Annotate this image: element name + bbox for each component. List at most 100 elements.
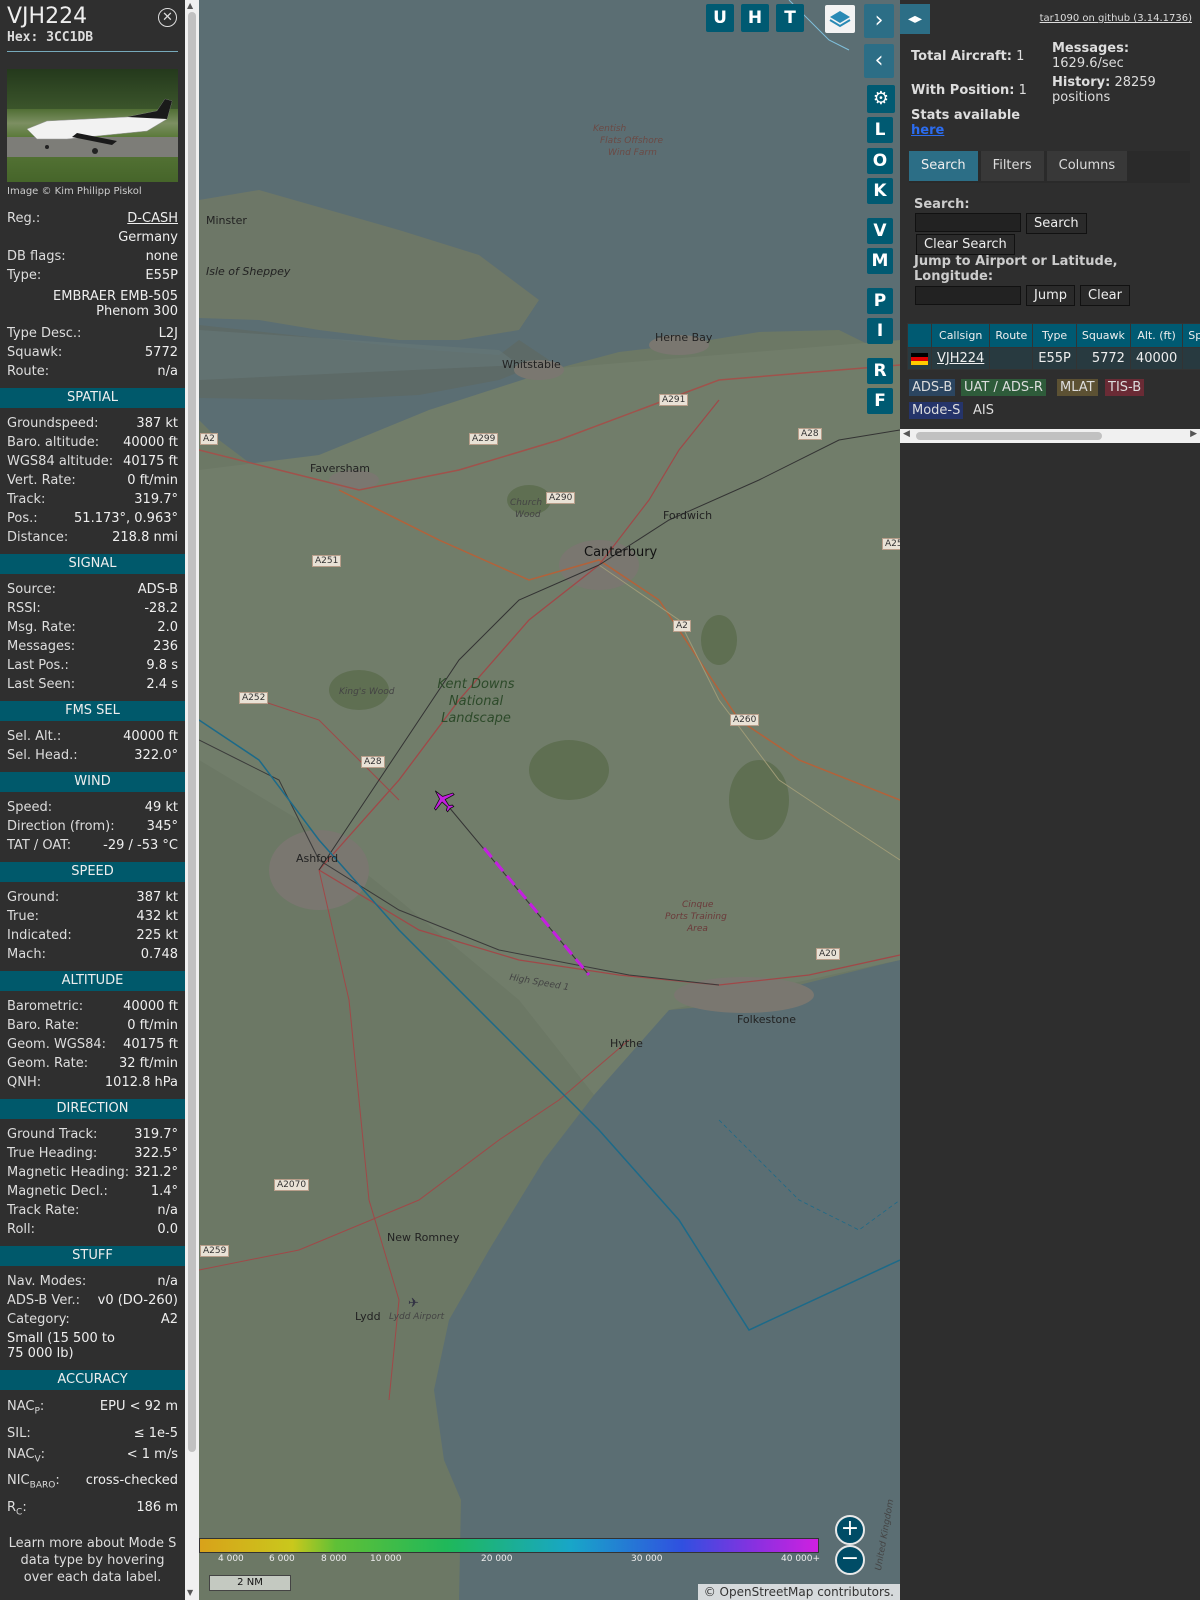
tab-filters[interactable]: Filters <box>980 151 1044 181</box>
info-label[interactable]: Baro. altitude: <box>7 433 99 452</box>
source-mlat[interactable]: MLAT <box>1057 379 1098 396</box>
info-label[interactable]: Geom. Rate: <box>7 1054 88 1073</box>
col-speed[interactable]: Spd. <box>1182 323 1200 348</box>
info-label[interactable]: Messages: <box>7 637 75 656</box>
map-button-m[interactable]: M <box>867 248 893 274</box>
map-button-l[interactable]: L <box>867 117 893 143</box>
info-label[interactable]: Baro. Rate: <box>7 1016 79 1035</box>
source-uat[interactable]: UAT / ADS-R <box>961 379 1046 396</box>
source-tisb[interactable]: TIS-B <box>1105 379 1145 396</box>
zoom-in-button[interactable]: + <box>835 1515 865 1545</box>
search-button[interactable]: Search <box>1026 213 1087 234</box>
map-button-i[interactable]: I <box>867 318 893 344</box>
hscroll-thumb[interactable] <box>916 432 1102 440</box>
source-adsb[interactable]: ADS-B <box>909 379 956 396</box>
map-button-t[interactable]: T <box>776 4 804 32</box>
info-label[interactable]: WGS84 altitude: <box>7 452 113 471</box>
info-label[interactable]: Nav. Modes: <box>7 1272 86 1291</box>
reg-link[interactable]: D-CASH <box>127 209 178 228</box>
github-link[interactable]: tar1090 on github (3.14.1736) <box>1040 13 1192 24</box>
info-label[interactable]: Groundspeed: <box>7 414 98 433</box>
info-label[interactable]: Vert. Rate: <box>7 471 76 490</box>
stats-here-link[interactable]: here <box>911 123 944 138</box>
map-button-v[interactable]: V <box>867 218 893 244</box>
map-view[interactable]: Minster Isle of Sheppey Herne Bay Whitst… <box>199 0 900 1600</box>
info-label[interactable]: Barometric: <box>7 997 83 1016</box>
sil-label[interactable]: SIL: <box>7 1423 31 1444</box>
map-button-k[interactable]: K <box>867 178 893 204</box>
info-label[interactable]: QNH: <box>7 1073 41 1092</box>
info-label[interactable]: Last Seen: <box>7 675 75 694</box>
map-button-o[interactable]: O <box>867 148 893 174</box>
info-label[interactable]: True Heading: <box>7 1144 97 1163</box>
jump-input[interactable] <box>915 286 1021 305</box>
info-label[interactable]: Source: <box>7 580 56 599</box>
table-row[interactable]: VJH224 E55P 5772 40000 <box>907 347 1200 370</box>
info-label[interactable]: Last Pos.: <box>7 656 69 675</box>
col-altitude[interactable]: Alt. (ft) <box>1129 323 1184 348</box>
info-label[interactable]: ADS-B Ver.: <box>7 1291 80 1310</box>
nacp-label[interactable]: NACP: <box>7 1396 44 1423</box>
info-label[interactable]: Geom. WGS84: <box>7 1035 106 1054</box>
scroll-up-icon[interactable]: ▲ <box>187 1 193 10</box>
info-label[interactable]: Speed: <box>7 798 52 817</box>
search-input[interactable] <box>915 213 1021 232</box>
attribution-link[interactable]: OpenStreetMap <box>720 1585 814 1599</box>
info-label[interactable]: Direction (from): <box>7 817 115 836</box>
scrollbar-thumb[interactable] <box>188 12 196 1452</box>
clear-search-button[interactable]: Clear Search <box>916 234 1015 255</box>
jump-button[interactable]: Jump <box>1026 285 1075 306</box>
info-label[interactable]: Sel. Head.: <box>7 746 78 765</box>
col-flag[interactable] <box>907 323 932 348</box>
info-label[interactable]: Magnetic Heading: <box>7 1163 129 1182</box>
table-horizontal-scrollbar[interactable]: ◀ ▶ <box>900 429 1200 443</box>
info-label[interactable]: Track: <box>7 490 45 509</box>
info-label[interactable]: Category: <box>7 1310 70 1329</box>
source-ais[interactable]: AIS <box>970 402 997 419</box>
col-callsign[interactable]: Callsign <box>930 323 991 348</box>
info-panel-scrollbar[interactable]: ▲ ▼ <box>185 0 199 1600</box>
panel-toggle-icon[interactable]: ◂▸ <box>900 4 930 34</box>
layers-icon[interactable] <box>825 5 855 33</box>
scroll-right-icon[interactable]: ▶ <box>1190 429 1197 439</box>
panel-back-icon[interactable]: ‹ <box>864 44 894 78</box>
col-squawk[interactable]: Squawk <box>1075 323 1131 348</box>
nacv-label[interactable]: NACV: <box>7 1444 45 1471</box>
info-label[interactable]: Msg. Rate: <box>7 618 76 637</box>
info-label[interactable]: True: <box>7 907 39 926</box>
close-icon[interactable]: ✕ <box>158 8 177 27</box>
clear-button[interactable]: Clear <box>1080 285 1130 306</box>
info-label[interactable]: Magnetic Decl.: <box>7 1182 108 1201</box>
info-label[interactable]: Distance: <box>7 528 68 547</box>
info-label[interactable]: RSSI: <box>7 599 41 618</box>
aircraft-marker[interactable] <box>429 786 457 814</box>
info-label[interactable]: Indicated: <box>7 926 72 945</box>
map-button-r[interactable]: R <box>867 358 893 384</box>
info-label[interactable]: Pos.: <box>7 509 38 528</box>
zoom-out-button[interactable]: − <box>835 1545 865 1575</box>
panel-forward-icon[interactable]: › <box>864 4 894 38</box>
info-label[interactable]: Mach: <box>7 945 46 964</box>
info-label[interactable]: Ground: <box>7 888 59 907</box>
rc-label[interactable]: RC: <box>7 1497 27 1524</box>
info-label[interactable]: Track Rate: <box>7 1201 79 1220</box>
settings-gear-icon[interactable]: ⚙ <box>867 85 895 113</box>
tab-columns[interactable]: Columns <box>1046 151 1128 181</box>
info-label[interactable]: Sel. Alt.: <box>7 727 61 746</box>
info-label[interactable]: Roll: <box>7 1220 35 1239</box>
map-button-u[interactable]: U <box>706 4 734 32</box>
scroll-down-icon[interactable]: ▼ <box>187 1588 193 1597</box>
tab-search[interactable]: Search <box>909 151 978 181</box>
aircraft-photo[interactable] <box>7 69 178 182</box>
row-callsign[interactable]: VJH224 <box>930 347 991 370</box>
info-label[interactable]: Ground Track: <box>7 1125 97 1144</box>
map-button-p[interactable]: P <box>867 288 893 314</box>
scroll-left-icon[interactable]: ◀ <box>903 429 910 439</box>
source-modes[interactable]: Mode-S <box>909 402 964 419</box>
map-button-f[interactable]: F <box>867 388 893 414</box>
info-label[interactable]: TAT / OAT: <box>7 836 71 855</box>
map-button-h[interactable]: H <box>741 4 769 32</box>
col-route[interactable]: Route <box>989 323 1034 348</box>
nicbaro-label[interactable]: NICBARO: <box>7 1470 60 1497</box>
col-type[interactable]: Type <box>1032 323 1077 348</box>
